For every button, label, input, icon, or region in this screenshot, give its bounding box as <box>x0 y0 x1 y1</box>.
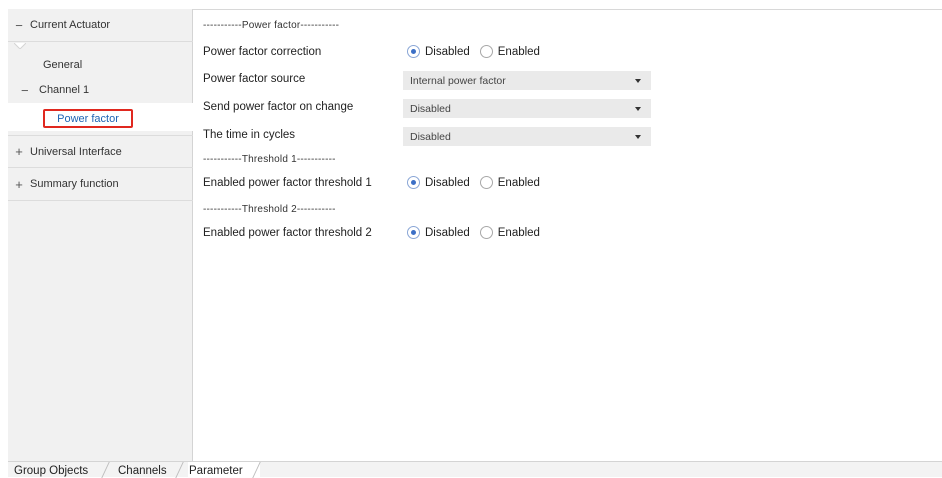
tab-separator <box>175 462 184 478</box>
select-value: Disabled <box>410 130 451 143</box>
param-label-threshold-1: Enabled power factor threshold 1 <box>203 177 372 189</box>
param-label-threshold-2: Enabled power factor threshold 2 <box>203 227 372 239</box>
param-label-pf-source: Power factor source <box>203 73 306 85</box>
param-label-pf-correction: Power factor correction <box>203 46 322 58</box>
tab-parameter[interactable]: Parameter <box>189 465 243 477</box>
radio-enabled[interactable] <box>479 176 493 189</box>
section-title-threshold-2: -----------Threshold 2----------- <box>203 204 336 215</box>
tree-item-label: General <box>43 59 83 71</box>
time-cycles-select[interactable]: Disabled <box>403 127 651 146</box>
radio-label: Enabled <box>497 45 540 58</box>
dropdown-arrow-icon <box>635 135 641 139</box>
radio-disabled[interactable] <box>407 176 420 189</box>
section-title-power-factor: -----------Power factor----------- <box>203 20 340 31</box>
select-value: Internal power factor <box>410 74 506 87</box>
tree-item-label: Current Actuator <box>30 19 111 31</box>
param-label-send-on-change: Send power factor on change <box>203 101 354 113</box>
radio-enabled[interactable] <box>479 45 493 58</box>
tree-item-power-factor[interactable]: Power factor <box>43 109 133 128</box>
tab-separator <box>101 462 110 478</box>
param-label-time-cycles: The time in cycles <box>203 129 296 141</box>
tree-item-channel-1[interactable]: − Channel 1 <box>21 79 89 101</box>
tree-item-general[interactable]: General <box>43 54 82 76</box>
radio-enabled[interactable] <box>479 226 493 239</box>
tab-channels[interactable]: Channels <box>118 465 167 477</box>
threshold-2-radio-group: Disabled Enabled <box>407 226 550 239</box>
select-value: Disabled <box>410 102 451 115</box>
expand-icon[interactable]: + <box>8 177 30 192</box>
notch-indicator-icon <box>14 43 26 49</box>
tree-item-summary-function[interactable]: + Summary function <box>8 168 193 201</box>
radio-label: Enabled <box>497 176 540 189</box>
radio-disabled[interactable] <box>407 226 420 239</box>
expand-icon[interactable]: + <box>8 144 30 159</box>
collapse-icon[interactable]: − <box>21 83 39 98</box>
radio-label: Disabled <box>425 45 470 58</box>
tree-item-label: Summary function <box>30 178 119 190</box>
pf-correction-radio-group: Disabled Enabled <box>407 45 550 58</box>
pf-source-select[interactable]: Internal power factor <box>403 71 651 90</box>
dropdown-arrow-icon <box>635 107 641 111</box>
tree-item-label: Channel 1 <box>39 84 90 96</box>
radio-disabled[interactable] <box>407 45 420 58</box>
bottom-tab-bar: Group Objects Channels Parameter <box>8 461 942 478</box>
section-title-threshold-1: -----------Threshold 1----------- <box>203 154 336 165</box>
radio-label: Disabled <box>425 176 470 189</box>
collapse-icon[interactable]: − <box>8 18 30 33</box>
parameter-panel: -----------Power factor----------- Power… <box>193 9 942 461</box>
radio-label: Enabled <box>497 226 540 239</box>
dropdown-arrow-icon <box>635 79 641 83</box>
threshold-1-radio-group: Disabled Enabled <box>407 176 550 189</box>
tree-item-current-actuator[interactable]: − Current Actuator <box>8 9 193 42</box>
sidebar-tree: − Current Actuator General − Channel 1 P… <box>0 9 193 461</box>
tree-item-universal-interface[interactable]: + Universal Interface <box>8 135 193 168</box>
tree-item-label: Universal Interface <box>30 145 122 158</box>
tab-group-objects[interactable]: Group Objects <box>14 465 88 477</box>
send-on-change-select[interactable]: Disabled <box>403 99 651 118</box>
radio-label: Disabled <box>425 226 470 239</box>
tree-item-label: Power factor <box>57 112 119 125</box>
